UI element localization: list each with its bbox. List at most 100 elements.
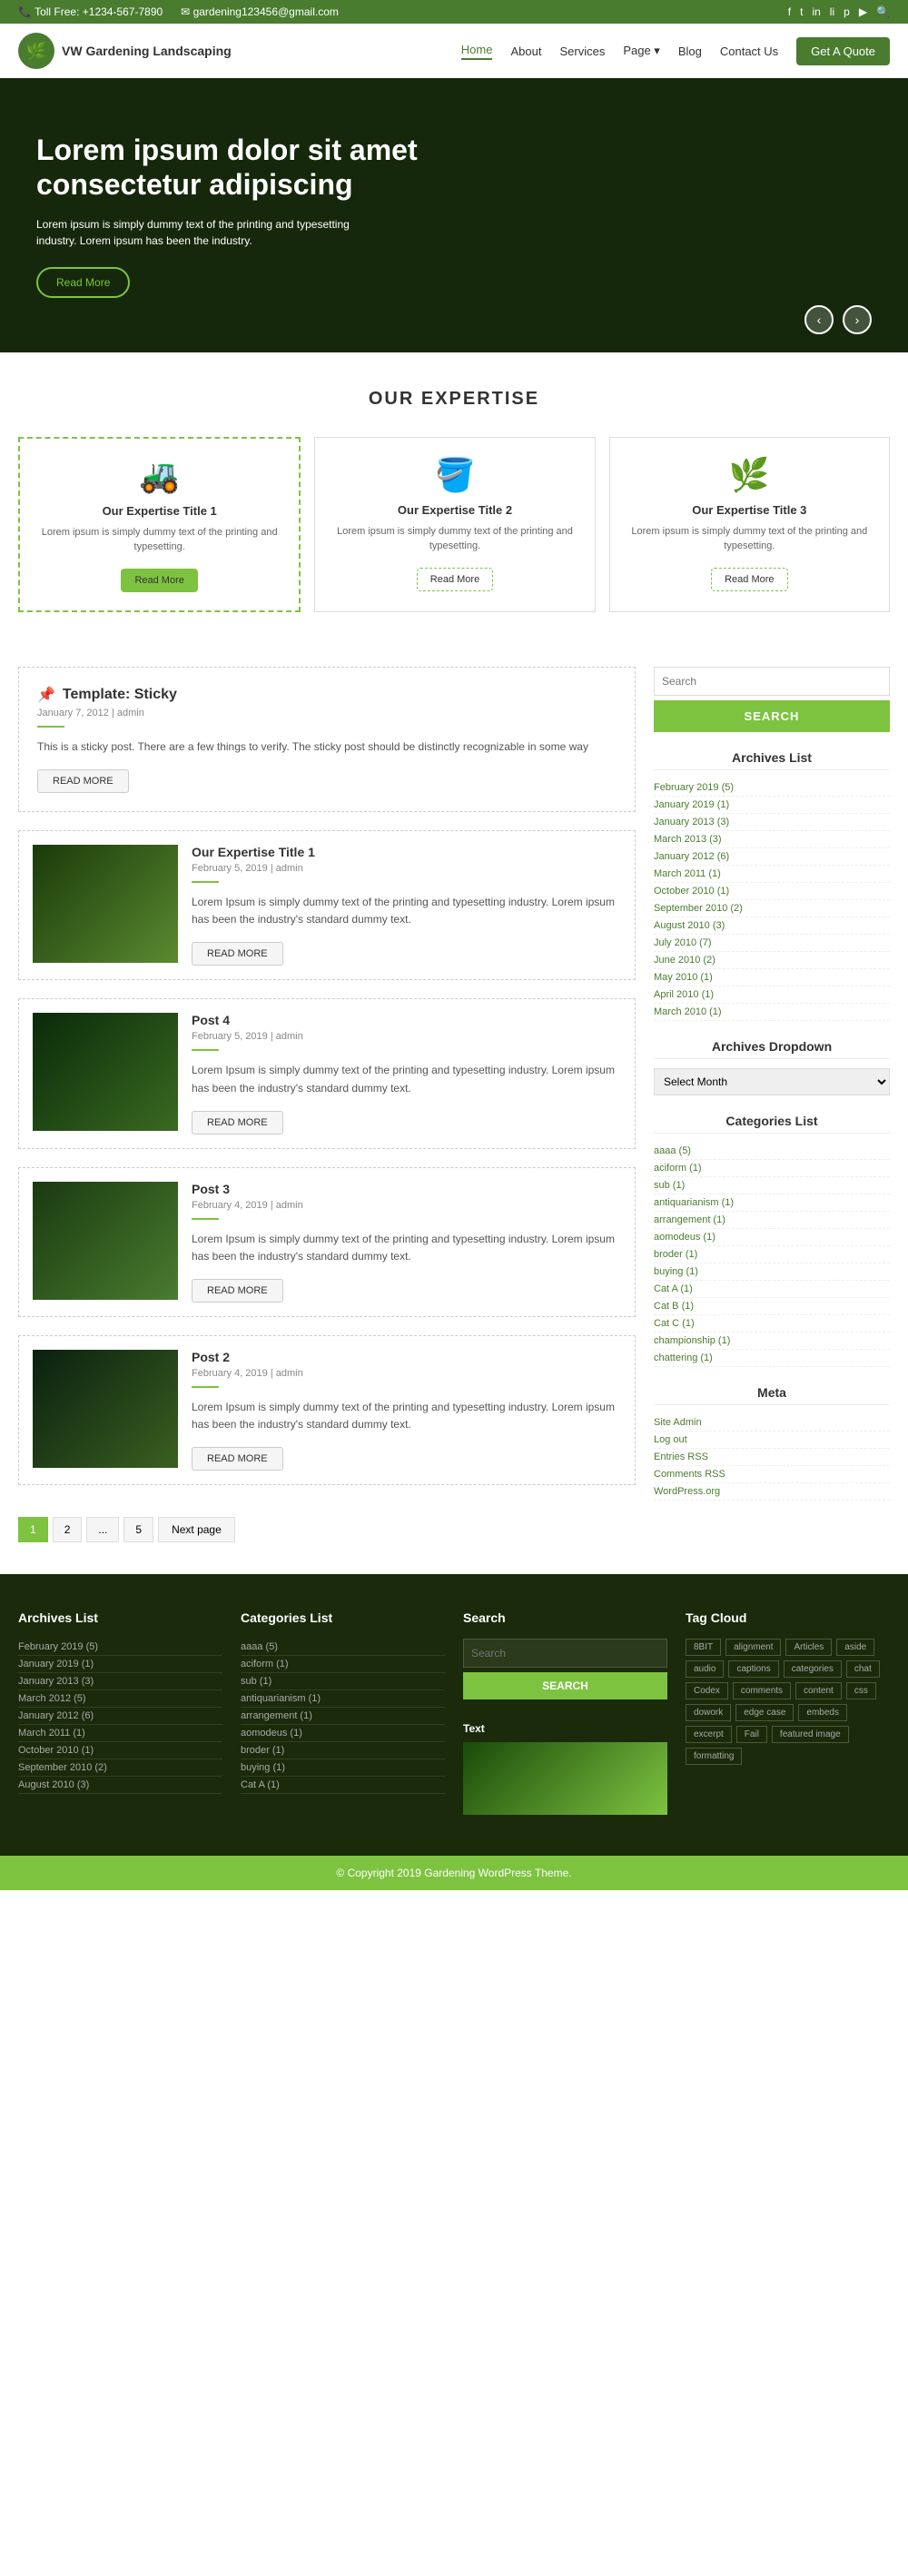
category-link[interactable]: championship (1) xyxy=(654,1335,730,1346)
category-link[interactable]: arrangement (1) xyxy=(654,1214,725,1225)
archive-link[interactable]: June 2010 (2) xyxy=(654,955,716,966)
category-link[interactable]: aciform (1) xyxy=(654,1163,702,1174)
tag-alignment[interactable]: alignment xyxy=(725,1639,781,1656)
post-2-read-more-button[interactable]: READ MORE xyxy=(192,1111,283,1134)
archive-link[interactable]: October 2010 (1) xyxy=(654,886,729,897)
category-link[interactable]: Cat A (1) xyxy=(654,1283,693,1294)
tag-articles[interactable]: Articles xyxy=(785,1639,832,1656)
footer-cat-link[interactable]: antiquarianism (1) xyxy=(241,1693,321,1704)
tag-codex[interactable]: Codex xyxy=(686,1682,728,1699)
search-icon[interactable]: 🔍 xyxy=(876,5,890,18)
nav-contact[interactable]: Contact Us xyxy=(720,45,778,58)
sidebar-search-input[interactable] xyxy=(654,667,890,696)
archive-link[interactable]: April 2010 (1) xyxy=(654,989,714,1000)
tag-featured-image[interactable]: featured image xyxy=(772,1726,849,1743)
meta-comments-rss[interactable]: Comments RSS xyxy=(654,1466,890,1483)
footer-cat-link[interactable]: buying (1) xyxy=(241,1762,285,1773)
nav-services[interactable]: Services xyxy=(559,45,605,58)
expertise-read-more-2[interactable]: Read More xyxy=(417,568,493,591)
sidebar-search-button[interactable]: SEARCH xyxy=(654,700,890,732)
youtube-icon[interactable]: ▶ xyxy=(859,5,867,18)
nav-home[interactable]: Home xyxy=(461,43,493,60)
tag-formatting[interactable]: formatting xyxy=(686,1748,742,1765)
tag-audio[interactable]: audio xyxy=(686,1660,724,1678)
archive-link[interactable]: March 2011 (1) xyxy=(654,868,721,879)
nav-about[interactable]: About xyxy=(510,45,541,58)
nav-blog[interactable]: Blog xyxy=(678,45,702,58)
tag-embeds[interactable]: embeds xyxy=(798,1704,847,1721)
footer-cat-link[interactable]: aciform (1) xyxy=(241,1659,289,1669)
category-link[interactable]: chattering (1) xyxy=(654,1352,713,1363)
page-btn-5[interactable]: 5 xyxy=(123,1517,153,1542)
footer-search-button[interactable]: SEARCH xyxy=(463,1672,667,1699)
footer-archive-link[interactable]: January 2019 (1) xyxy=(18,1659,94,1669)
post-1-read-more-button[interactable]: READ MORE xyxy=(192,942,283,966)
footer-cat-link[interactable]: arrangement (1) xyxy=(241,1710,312,1721)
pinterest-icon[interactable]: p xyxy=(844,5,850,18)
archives-dropdown[interactable]: Select Month xyxy=(654,1068,890,1095)
tag-content[interactable]: content xyxy=(795,1682,842,1699)
footer-cat-link[interactable]: Cat A (1) xyxy=(241,1779,280,1790)
expertise-read-more-3[interactable]: Read More xyxy=(711,568,787,591)
archive-link[interactable]: September 2010 (2) xyxy=(654,903,743,914)
facebook-icon[interactable]: f xyxy=(788,5,791,18)
category-link[interactable]: buying (1) xyxy=(654,1266,698,1277)
page-btn-1[interactable]: 1 xyxy=(18,1517,48,1542)
meta-log-out[interactable]: Log out xyxy=(654,1432,890,1449)
hero-read-more-button[interactable]: Read More xyxy=(36,267,130,298)
meta-entries-rss[interactable]: Entries RSS xyxy=(654,1449,890,1466)
footer-archive-link[interactable]: February 2019 (5) xyxy=(18,1641,98,1652)
tag-captions[interactable]: captions xyxy=(728,1660,778,1678)
footer-archive-link[interactable]: August 2010 (3) xyxy=(18,1779,89,1790)
footer-archive-link[interactable]: October 2010 (1) xyxy=(18,1745,94,1756)
instagram-icon[interactable]: in xyxy=(812,5,820,18)
category-link[interactable]: broder (1) xyxy=(654,1249,697,1260)
footer-archive-link[interactable]: January 2013 (3) xyxy=(18,1676,94,1687)
tag-fail[interactable]: Fail xyxy=(736,1726,767,1743)
archive-link[interactable]: March 2010 (1) xyxy=(654,1006,722,1017)
hero-next-button[interactable]: › xyxy=(843,305,872,334)
twitter-icon[interactable]: t xyxy=(800,5,803,18)
archive-link[interactable]: May 2010 (1) xyxy=(654,972,713,983)
archive-link[interactable]: July 2010 (7) xyxy=(654,937,712,948)
tag-comments[interactable]: comments xyxy=(733,1682,791,1699)
footer-cat-link[interactable]: broder (1) xyxy=(241,1745,284,1756)
linkedin-icon[interactable]: li xyxy=(830,5,834,18)
nav-page[interactable]: Page ▾ xyxy=(623,44,660,58)
archive-link[interactable]: February 2019 (5) xyxy=(654,782,734,793)
tag-categories[interactable]: categories xyxy=(784,1660,842,1678)
post-4-read-more-button[interactable]: READ MORE xyxy=(192,1447,283,1471)
hero-prev-button[interactable]: ‹ xyxy=(804,305,834,334)
footer-cat-link[interactable]: sub (1) xyxy=(241,1676,271,1687)
footer-archive-link[interactable]: March 2012 (5) xyxy=(18,1693,86,1704)
footer-archive-link[interactable]: January 2012 (6) xyxy=(18,1710,94,1721)
tag-excerpt[interactable]: excerpt xyxy=(686,1726,732,1743)
category-link[interactable]: aomodeus (1) xyxy=(654,1232,716,1243)
category-link[interactable]: antiquarianism (1) xyxy=(654,1197,734,1208)
footer-cat-link[interactable]: aomodeus (1) xyxy=(241,1728,302,1739)
category-link[interactable]: sub (1) xyxy=(654,1180,685,1191)
tag-css[interactable]: css xyxy=(846,1682,876,1699)
archive-link[interactable]: January 2013 (3) xyxy=(654,817,729,827)
meta-wordpress[interactable]: WordPress.org xyxy=(654,1483,890,1501)
category-link[interactable]: Cat C (1) xyxy=(654,1318,695,1329)
tag-chat[interactable]: chat xyxy=(846,1660,880,1678)
footer-search-input[interactable] xyxy=(463,1639,667,1668)
footer-archive-link[interactable]: March 2011 (1) xyxy=(18,1728,85,1739)
category-link[interactable]: aaaa (5) xyxy=(654,1145,691,1156)
tag-aside[interactable]: aside xyxy=(836,1639,874,1656)
archive-link[interactable]: January 2012 (6) xyxy=(654,851,729,862)
archive-link[interactable]: January 2019 (1) xyxy=(654,799,729,810)
footer-cat-link[interactable]: aaaa (5) xyxy=(241,1641,278,1652)
archive-link[interactable]: August 2010 (3) xyxy=(654,920,725,931)
tag-8bit[interactable]: 8BIT xyxy=(686,1639,721,1656)
category-link[interactable]: Cat B (1) xyxy=(654,1301,694,1312)
footer-archive-link[interactable]: September 2010 (2) xyxy=(18,1762,107,1773)
tag-edge-case[interactable]: edge case xyxy=(735,1704,794,1721)
expertise-read-more-1[interactable]: Read More xyxy=(121,569,197,592)
page-next-button[interactable]: Next page xyxy=(158,1517,235,1542)
tag-dowork[interactable]: dowork xyxy=(686,1704,731,1721)
page-btn-2[interactable]: 2 xyxy=(53,1517,83,1542)
sticky-read-more-button[interactable]: READ MORE xyxy=(37,769,129,793)
meta-site-admin[interactable]: Site Admin xyxy=(654,1414,890,1432)
